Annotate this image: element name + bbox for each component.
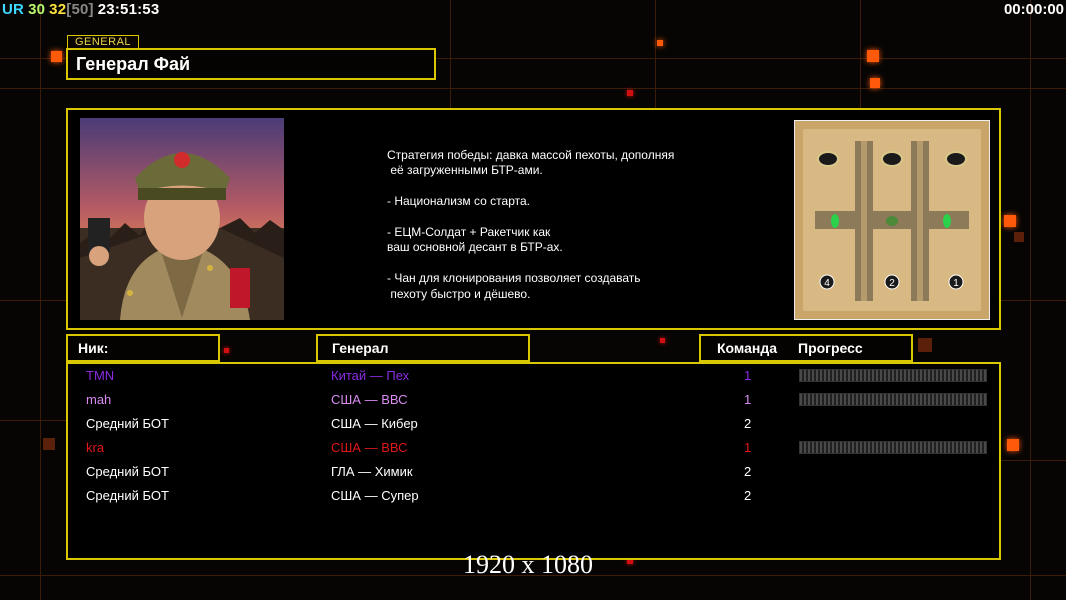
player-nick: TMN: [86, 368, 115, 383]
player-general: США — ВВС: [331, 440, 408, 455]
player-team: 2: [744, 464, 752, 479]
player-general: США — Кибер: [331, 416, 418, 431]
player-general: США — Супер: [331, 488, 419, 503]
ur-label: UR: [2, 1, 25, 18]
stat-value-c: [50]: [66, 1, 94, 18]
player-general: Китай — Пех: [331, 368, 410, 383]
player-nick: Средний БОТ: [86, 488, 169, 503]
player-row: Средний БОТ США — Супер 2: [68, 484, 999, 508]
player-team: 1: [744, 392, 752, 407]
player-nick: kra: [86, 440, 105, 455]
general-name-box: Генерал Фай: [66, 48, 436, 80]
player-progress-bar: [799, 369, 987, 382]
player-row: kra США — ВВС 1: [68, 436, 999, 460]
column-header-team-label: Команда: [717, 340, 777, 356]
map-preview: 4 2 1: [794, 120, 990, 320]
player-team: 1: [744, 368, 752, 383]
general-info-panel: Стратегия победы: давка массой пехоты, д…: [66, 108, 1001, 330]
column-header-general: Генерал: [316, 334, 530, 362]
column-header-nick-label: Ник:: [78, 340, 109, 356]
column-header-team-progress: Команда Прогресс: [699, 334, 913, 362]
player-row: TMN Китай — Пех 1: [68, 364, 999, 388]
player-general: ГЛА — Химик: [331, 464, 413, 479]
general-tag: GENERAL: [67, 35, 139, 49]
column-header-nick: Ник:: [66, 334, 220, 362]
column-header-progress-label: Прогресс: [798, 340, 863, 356]
stat-value-b: 32: [49, 1, 67, 18]
player-row: mah США — ВВС 1: [68, 388, 999, 412]
player-row: Средний БОТ США — Кибер 2: [68, 412, 999, 436]
start-position-1: 1: [953, 278, 959, 289]
game-timer: 00:00:00: [1003, 1, 1064, 18]
system-clock: 23:51:53: [97, 1, 160, 18]
player-team: 2: [744, 488, 752, 503]
players-list: TMN Китай — Пех 1 mah США — ВВС 1 Средни…: [66, 362, 1001, 560]
player-progress-bar: [799, 393, 987, 406]
player-nick: Средний БОТ: [86, 464, 169, 479]
player-team: 1: [744, 440, 752, 455]
player-team: 2: [744, 416, 752, 431]
player-nick: mah: [86, 392, 112, 407]
general-portrait: [80, 118, 284, 320]
player-general: США — ВВС: [331, 392, 408, 407]
resolution-caption: 1920 x 1080: [463, 550, 593, 579]
start-position-2: 2: [889, 278, 895, 289]
column-header-general-label: Генерал: [332, 340, 389, 356]
start-position-4: 4: [824, 278, 830, 289]
player-row: Средний БОТ ГЛА — Химик 2: [68, 460, 999, 484]
stat-value-a: 30: [28, 1, 46, 18]
player-nick: Средний БОТ: [86, 416, 169, 431]
stats-overlay: UR 30 32[50] 23:51:53: [2, 1, 159, 18]
general-name: Генерал Фай: [76, 54, 191, 74]
player-progress-bar: [799, 441, 987, 454]
strategy-description: Стратегия победы: давка массой пехоты, д…: [387, 148, 675, 301]
